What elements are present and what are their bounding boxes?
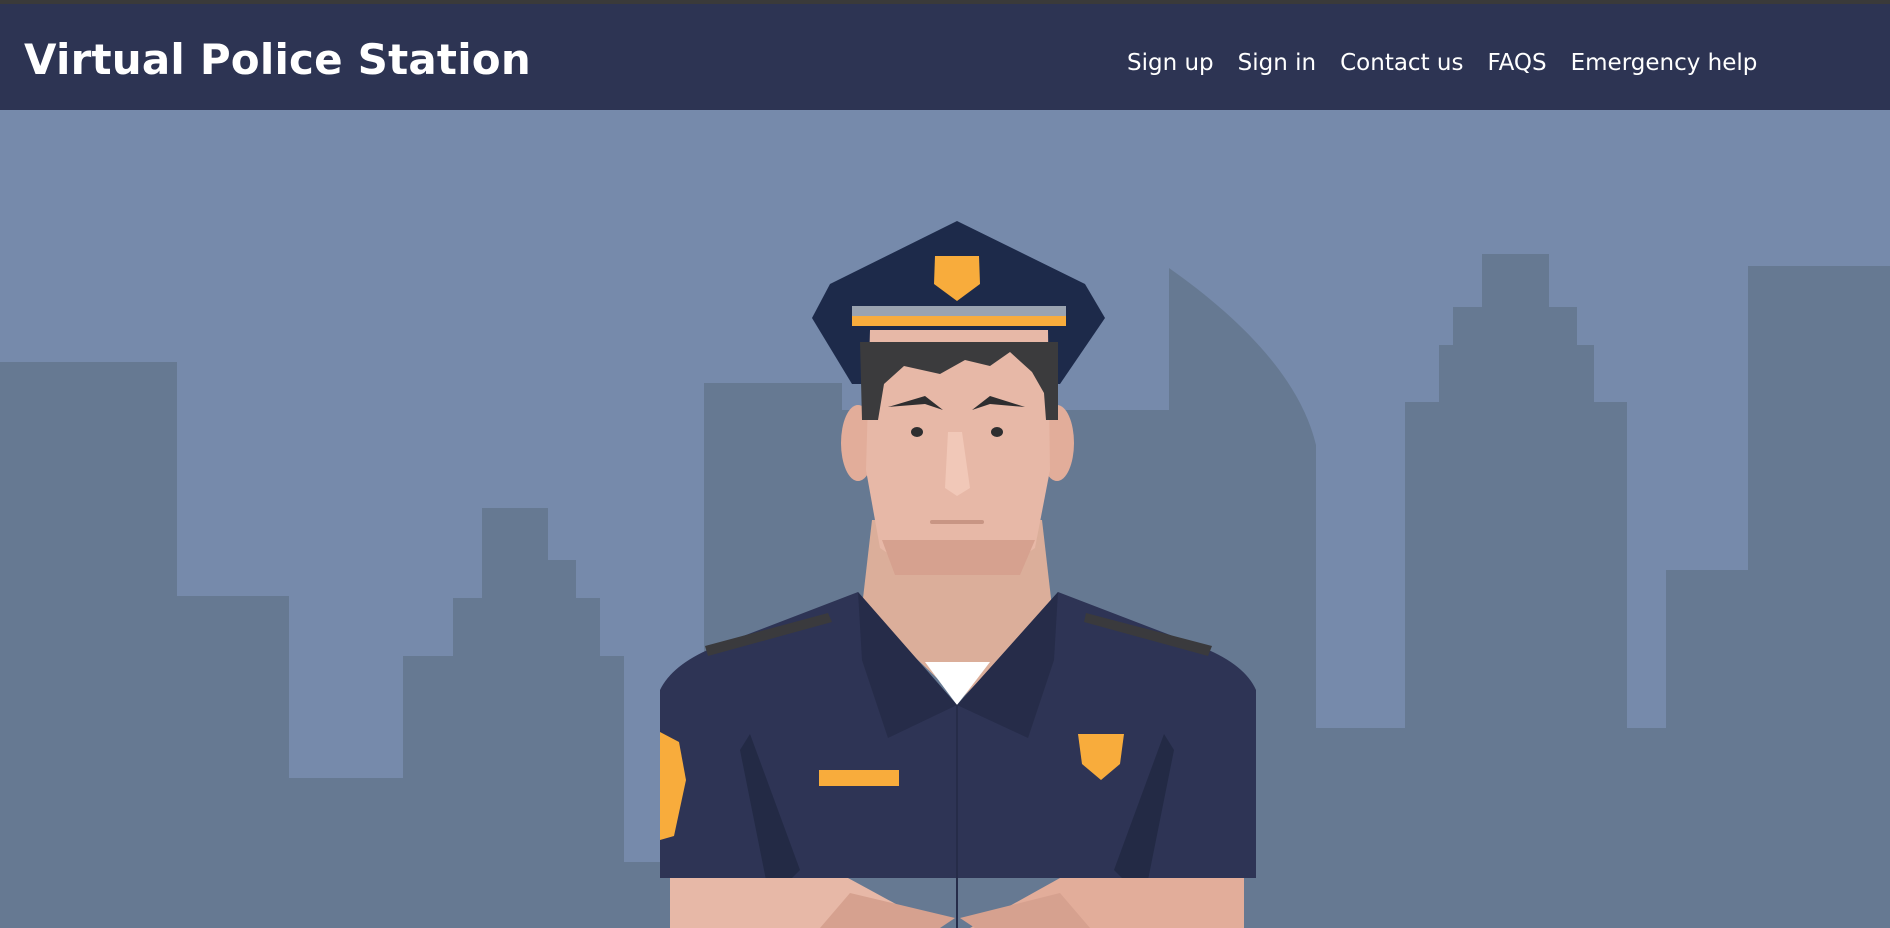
nav-link-emergency-help[interactable]: Emergency help [1571, 46, 1758, 80]
nav-link-contact-us[interactable]: Contact us [1340, 46, 1463, 80]
navbar: Virtual Police Station Sign up Sign in C… [0, 4, 1890, 110]
nav-link-sign-up[interactable]: Sign up [1127, 46, 1214, 80]
hero-banner [0, 110, 1890, 928]
name-tag [819, 770, 899, 786]
police-officer-illustration [0, 110, 1890, 928]
brand-link[interactable]: Virtual Police Station [24, 35, 531, 85]
nav-link-sign-in[interactable]: Sign in [1238, 46, 1316, 80]
nav-link-faqs[interactable]: FAQS [1487, 46, 1546, 80]
nav-links: Sign up Sign in Contact us FAQS Emergenc… [1127, 46, 1757, 80]
